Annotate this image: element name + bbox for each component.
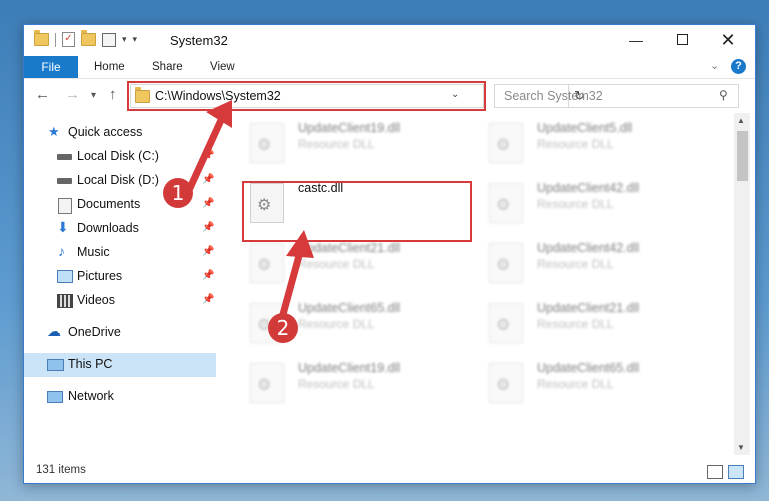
step-2-badge: 2 bbox=[268, 313, 298, 343]
annotation-arrows bbox=[186, 100, 314, 322]
step-1-badge: 1 bbox=[163, 178, 193, 208]
arrow-2-head bbox=[286, 230, 314, 258]
arrow-2-shaft bbox=[278, 248, 304, 322]
arrow-1-shaft bbox=[186, 114, 226, 192]
